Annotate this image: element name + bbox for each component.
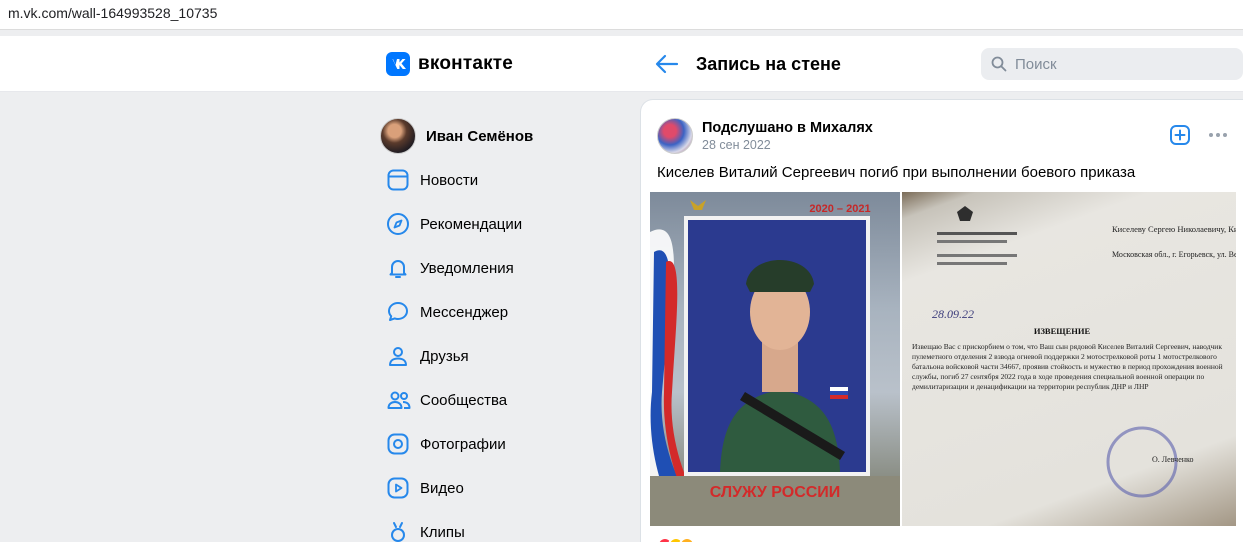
post-text: Киселев Виталий Сергеевич погиб при выпо… <box>657 164 1136 181</box>
more-horizontal-icon <box>1209 133 1227 137</box>
sidebar-item-label: Клипы <box>420 523 465 541</box>
notice-address: Московская обл., г. Егорьевск, ул. Весен… <box>1112 250 1236 259</box>
soldier-portrait-image: СЛУЖУ РОССИИ 2020 – 2021 <box>650 200 900 526</box>
reactions-bar[interactable] <box>657 537 695 542</box>
back-button[interactable] <box>654 52 680 76</box>
sidebar-item-communities[interactable]: Сообщества <box>378 378 618 422</box>
people-icon <box>387 391 411 409</box>
sidebar-item-photos[interactable]: Фотографии <box>378 422 618 466</box>
notice-recipient: Киселеву Сергею Николаевичу, Киселевой Н… <box>1112 224 1236 234</box>
vk-logo[interactable]: вконтакте <box>386 52 513 76</box>
vk-logo-icon <box>386 52 410 76</box>
sidebar-item-label: Друзья <box>420 347 469 365</box>
sidebar-item-recommendations[interactable]: Рекомендации <box>378 202 618 246</box>
subscribe-button[interactable] <box>1169 124 1191 146</box>
page-title: Запись на стене <box>696 54 841 74</box>
sidebar-item-clips[interactable]: Клипы <box>378 510 618 542</box>
sidebar-item-label: Новости <box>420 171 479 189</box>
browser-address-bar[interactable]: m.vk.com/wall-164993528_10735 <box>0 0 1243 30</box>
search-box[interactable] <box>981 48 1243 80</box>
arrow-left-icon <box>655 54 679 74</box>
news-icon <box>387 169 409 191</box>
sidebar-item-friends[interactable]: Друзья <box>378 334 618 378</box>
reaction-cry-icon <box>679 537 695 542</box>
sidebar-item-label: Рекомендации <box>420 215 523 233</box>
left-sidebar: Иван Семёнов Новости Рекомендации Уведом… <box>378 114 618 542</box>
camera-icon <box>387 433 409 455</box>
notice-body: Извещаю Вас с прискорбием о том, что Ваш… <box>912 342 1223 391</box>
compass-icon <box>387 213 409 235</box>
search-input[interactable] <box>1015 48 1235 80</box>
address-url[interactable]: m.vk.com/wall-164993528_10735 <box>8 5 217 21</box>
emblem-icon <box>690 200 706 210</box>
video-icon <box>387 477 409 499</box>
sidebar-item-messenger[interactable]: Мессенджер <box>378 290 618 334</box>
clips-icon <box>391 522 405 542</box>
notice-title: ИЗВЕЩЕНИЕ <box>1034 326 1091 336</box>
chat-bubble-icon <box>388 302 408 321</box>
post-author[interactable]: Подслушано в Михалях <box>702 120 873 136</box>
wall-post: Подслушано в Михалях 28 сен 2022 Киселев… <box>641 100 1243 542</box>
sidebar-item-news[interactable]: Новости <box>378 158 618 202</box>
post-photo-notice[interactable]: Киселеву Сергею Николаевичу, Киселевой Н… <box>902 192 1236 526</box>
post-date[interactable]: 28 сен 2022 <box>702 138 771 152</box>
notice-document-image: Киселеву Сергею Николаевичу, Киселевой Н… <box>912 206 1236 498</box>
notice-signature: О. Левченко <box>1152 455 1194 464</box>
top-header: вконтакте Запись на стене <box>0 36 1243 92</box>
sidebar-item-notifications[interactable]: Уведомления <box>378 246 618 290</box>
sidebar-item-label: Фотографии <box>420 435 506 453</box>
search-icon <box>991 56 1007 72</box>
poster-years: 2020 – 2021 <box>809 203 870 215</box>
post-menu-button[interactable] <box>1206 124 1230 146</box>
sidebar-item-video[interactable]: Видео <box>378 466 618 510</box>
sidebar-item-profile[interactable]: Иван Семёнов <box>378 114 618 158</box>
sidebar-item-label: Иван Семёнов <box>426 127 534 145</box>
notice-date: 28.09.22 <box>932 307 974 321</box>
community-avatar[interactable] <box>657 118 693 154</box>
friend-icon <box>389 347 407 366</box>
bell-icon <box>389 260 407 278</box>
logo-text: вконтакте <box>418 53 514 74</box>
sidebar-item-label: Мессенджер <box>420 303 509 321</box>
plus-square-icon <box>1170 125 1190 145</box>
poster-caption: СЛУЖУ РОССИИ <box>710 484 841 501</box>
avatar <box>380 118 416 154</box>
coat-of-arms-icon <box>957 206 973 221</box>
sidebar-item-label: Уведомления <box>420 259 514 277</box>
post-photo-soldier[interactable]: СЛУЖУ РОССИИ 2020 – 2021 <box>650 192 900 526</box>
sidebar-item-label: Сообщества <box>420 391 508 409</box>
sidebar-item-label: Видео <box>420 479 464 497</box>
